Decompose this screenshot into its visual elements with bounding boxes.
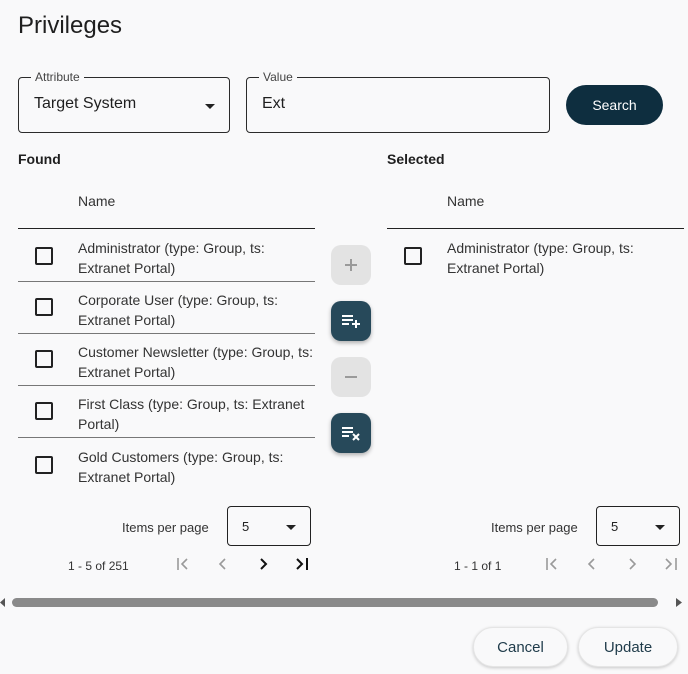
found-row[interactable]: Gold Customers (type: Group, ts: Extrane… <box>18 439 315 491</box>
value-field[interactable]: Value Ext <box>246 70 550 133</box>
remove-selected-button[interactable] <box>331 357 371 397</box>
remove-all-button[interactable] <box>331 413 371 453</box>
found-range-label: 1 - 5 of 251 <box>68 559 129 573</box>
first-page-icon[interactable] <box>544 556 560 572</box>
found-row[interactable]: First Class (type: Group, ts: Extranet P… <box>18 386 315 438</box>
scroll-left-icon[interactable] <box>0 598 6 607</box>
chevron-left-icon[interactable] <box>215 556 231 572</box>
row-checkbox[interactable] <box>404 247 422 265</box>
found-row[interactable]: Customer Newsletter (type: Group, ts: Ex… <box>18 334 315 386</box>
row-checkbox[interactable] <box>35 298 53 316</box>
found-column-name[interactable]: Name <box>78 193 115 209</box>
first-page-icon[interactable] <box>175 556 191 572</box>
playlist-add-icon <box>342 315 360 328</box>
chevron-left-icon[interactable] <box>584 556 600 572</box>
selected-column-name[interactable]: Name <box>447 193 484 209</box>
chevron-right-icon[interactable] <box>624 556 640 572</box>
scroll-right-icon[interactable] <box>676 598 682 607</box>
attribute-value: Target System <box>34 95 137 112</box>
row-name: Administrator (type: Group, ts: Extranet… <box>78 240 265 276</box>
selected-page-size-select[interactable]: 5 <box>596 506 680 546</box>
last-page-icon[interactable] <box>294 556 310 572</box>
row-name: Administrator (type: Group, ts: Extranet… <box>447 240 634 276</box>
minus-icon <box>345 376 357 378</box>
add-selected-button[interactable] <box>331 245 371 285</box>
row-name: Customer Newsletter (type: Group, ts: Ex… <box>78 344 313 380</box>
row-checkbox[interactable] <box>35 456 53 474</box>
chevron-down-icon <box>205 104 215 109</box>
page-size-value: 5 <box>242 519 250 534</box>
update-button[interactable]: Update <box>578 627 678 667</box>
cancel-button[interactable]: Cancel <box>473 627 568 667</box>
value-label: Value <box>259 70 297 84</box>
selected-range-label: 1 - 1 of 1 <box>454 559 502 573</box>
value-input[interactable]: Ext <box>262 95 285 113</box>
found-page-size-select[interactable]: 5 <box>227 506 311 546</box>
selected-row[interactable]: Administrator (type: Group, ts: Extranet… <box>387 230 684 282</box>
selected-header-divider <box>387 228 684 229</box>
scrollbar-thumb[interactable] <box>12 598 658 607</box>
found-row[interactable]: Corporate User (type: Group, ts: Extrane… <box>18 282 315 334</box>
selected-items-per-page-label: Items per page <box>491 520 578 535</box>
row-name: Corporate User (type: Group, ts: Extrane… <box>78 292 278 328</box>
chevron-right-icon[interactable] <box>255 556 271 572</box>
playlist-remove-icon <box>342 427 360 441</box>
search-button[interactable]: Search <box>566 85 663 125</box>
page-size-value: 5 <box>611 519 619 534</box>
dialog-title: Privileges <box>18 12 123 39</box>
chevron-down-icon <box>286 525 296 530</box>
last-page-icon[interactable] <box>663 556 679 572</box>
row-checkbox[interactable] <box>35 402 53 420</box>
row-checkbox[interactable] <box>35 247 53 265</box>
attribute-label: Attribute <box>31 70 84 84</box>
attribute-select[interactable]: Attribute Target System <box>18 70 230 133</box>
plus-icon <box>345 259 357 271</box>
add-all-button[interactable] <box>331 301 371 341</box>
found-header-divider <box>18 228 315 229</box>
row-name: Gold Customers (type: Group, ts: Extrane… <box>78 449 284 485</box>
row-name: First Class (type: Group, ts: Extranet P… <box>78 396 305 432</box>
selected-heading: Selected <box>387 151 445 167</box>
found-items-per-page-label: Items per page <box>122 520 209 535</box>
row-checkbox[interactable] <box>35 350 53 368</box>
found-heading: Found <box>18 151 61 167</box>
found-row[interactable]: Administrator (type: Group, ts: Extranet… <box>18 230 315 282</box>
chevron-down-icon <box>655 525 665 530</box>
